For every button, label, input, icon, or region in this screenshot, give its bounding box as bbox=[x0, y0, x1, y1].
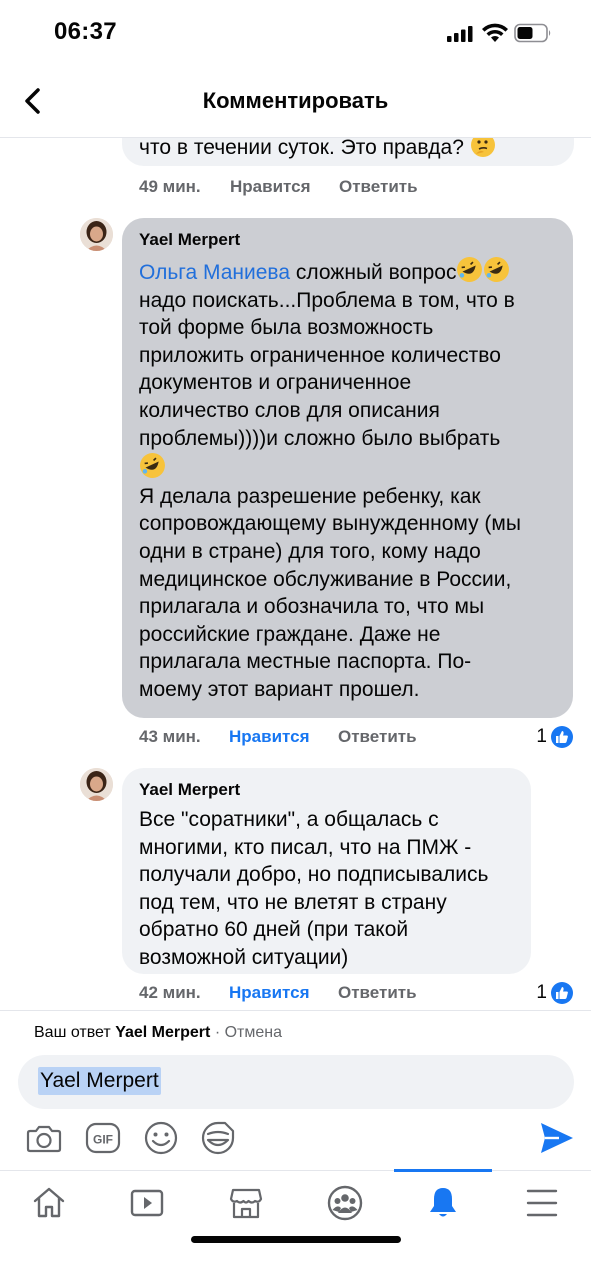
reply-link[interactable]: Ответить bbox=[338, 983, 417, 1003]
comment-time: 43 мин. bbox=[139, 727, 201, 746]
comment-author[interactable]: Yael Merpert bbox=[139, 228, 557, 252]
home-icon bbox=[33, 1187, 65, 1218]
comment-meta: 49 мин. Нравится Ответить bbox=[139, 177, 439, 201]
tab-watch[interactable] bbox=[98, 1171, 196, 1237]
reply-link[interactable]: Ответить bbox=[338, 727, 417, 747]
reply-target: Yael Merpert bbox=[115, 1024, 211, 1041]
reply-link[interactable]: Ответить bbox=[339, 177, 418, 197]
replying-to-label: Ваш ответ Yael Merpert · Отмена bbox=[34, 1024, 282, 1041]
thinking-face-emoji-icon bbox=[470, 138, 495, 157]
thumbs-up-icon bbox=[551, 726, 573, 748]
comment-author[interactable]: Yael Merpert bbox=[139, 778, 515, 802]
rofl-emoji-icon bbox=[457, 257, 483, 282]
bottom-tab-bar bbox=[0, 1169, 591, 1280]
home-indicator bbox=[191, 1236, 401, 1243]
video-icon bbox=[130, 1189, 164, 1217]
comment-time: 42 мин. bbox=[139, 983, 201, 1002]
profile-photo-icon bbox=[80, 218, 113, 251]
page-title: Комментировать bbox=[202, 88, 389, 113]
send-icon[interactable] bbox=[539, 1121, 575, 1155]
tab-marketplace[interactable] bbox=[197, 1171, 295, 1237]
tab-notifications[interactable] bbox=[394, 1169, 492, 1237]
gif-icon[interactable]: GIF bbox=[84, 1119, 122, 1157]
tab-groups[interactable] bbox=[296, 1171, 394, 1237]
cellular-signal-icon bbox=[447, 26, 473, 42]
camera-icon[interactable] bbox=[25, 1119, 63, 1157]
svg-text:GIF: GIF bbox=[93, 1133, 113, 1147]
like-link[interactable]: Нравится bbox=[230, 177, 311, 197]
comment-text: что в течении суток. Это правда? bbox=[139, 138, 496, 161]
reply-composer: Ваш ответ Yael Merpert · Отмена Yael Mer… bbox=[0, 1010, 591, 1170]
sticker-icon[interactable] bbox=[199, 1119, 237, 1157]
notifications-icon bbox=[430, 1188, 456, 1217]
tab-home[interactable] bbox=[0, 1171, 98, 1237]
menu-icon bbox=[526, 1189, 558, 1217]
comment-thread: что в течении суток. Это правда? 49 мин.… bbox=[0, 138, 591, 1010]
avatar[interactable] bbox=[80, 218, 113, 251]
top-header: Комментировать bbox=[0, 66, 591, 138]
comment-bubble-previous[interactable]: что в течении суток. Это правда? bbox=[122, 138, 574, 166]
battery-icon bbox=[514, 23, 551, 43]
like-count: 1 bbox=[536, 726, 547, 747]
comment-bubble[interactable]: Yael Merpert Все "соратники", а общалась… bbox=[122, 768, 531, 974]
comment-bubble[interactable]: Yael Merpert Ольга Маниева сложный вопро… bbox=[122, 218, 573, 718]
avatar[interactable] bbox=[80, 768, 113, 801]
comment-input-value: Yael Merpert bbox=[38, 1067, 161, 1095]
mention-link[interactable]: Ольга Маниева bbox=[139, 261, 290, 284]
like-link[interactable]: Нравится bbox=[229, 983, 310, 1003]
like-link[interactable]: Нравится bbox=[229, 727, 310, 747]
rofl-emoji-icon bbox=[140, 453, 165, 479]
profile-photo-icon bbox=[80, 768, 113, 801]
comment-meta: 43 мин. Нравится Ответить bbox=[139, 727, 439, 751]
thumbs-up-icon bbox=[551, 982, 573, 1004]
reaction-count[interactable]: 1 bbox=[536, 981, 573, 1005]
wifi-icon bbox=[482, 23, 508, 42]
cancel-reply-link[interactable]: Отмена bbox=[225, 1024, 282, 1041]
reaction-count[interactable]: 1 bbox=[536, 725, 573, 749]
comment-meta: 42 мин. Нравится Ответить bbox=[139, 983, 439, 1007]
emoji-icon[interactable] bbox=[142, 1119, 180, 1157]
status-time: 06:37 bbox=[54, 18, 117, 45]
groups-icon bbox=[327, 1185, 363, 1221]
tab-menu[interactable] bbox=[493, 1171, 591, 1237]
comment-input[interactable]: Yael Merpert bbox=[18, 1055, 574, 1109]
rofl-emoji-icon bbox=[484, 257, 510, 282]
comment-time: 49 мин. bbox=[139, 177, 201, 196]
marketplace-icon bbox=[229, 1188, 263, 1219]
status-bar: 06:37 bbox=[0, 0, 591, 66]
like-count: 1 bbox=[536, 982, 547, 1003]
comment-text: Все "соратники", а общалась с многими, к… bbox=[139, 808, 489, 969]
comment-text: Ольга Маниева сложный вопрос надо поиска… bbox=[139, 256, 557, 704]
